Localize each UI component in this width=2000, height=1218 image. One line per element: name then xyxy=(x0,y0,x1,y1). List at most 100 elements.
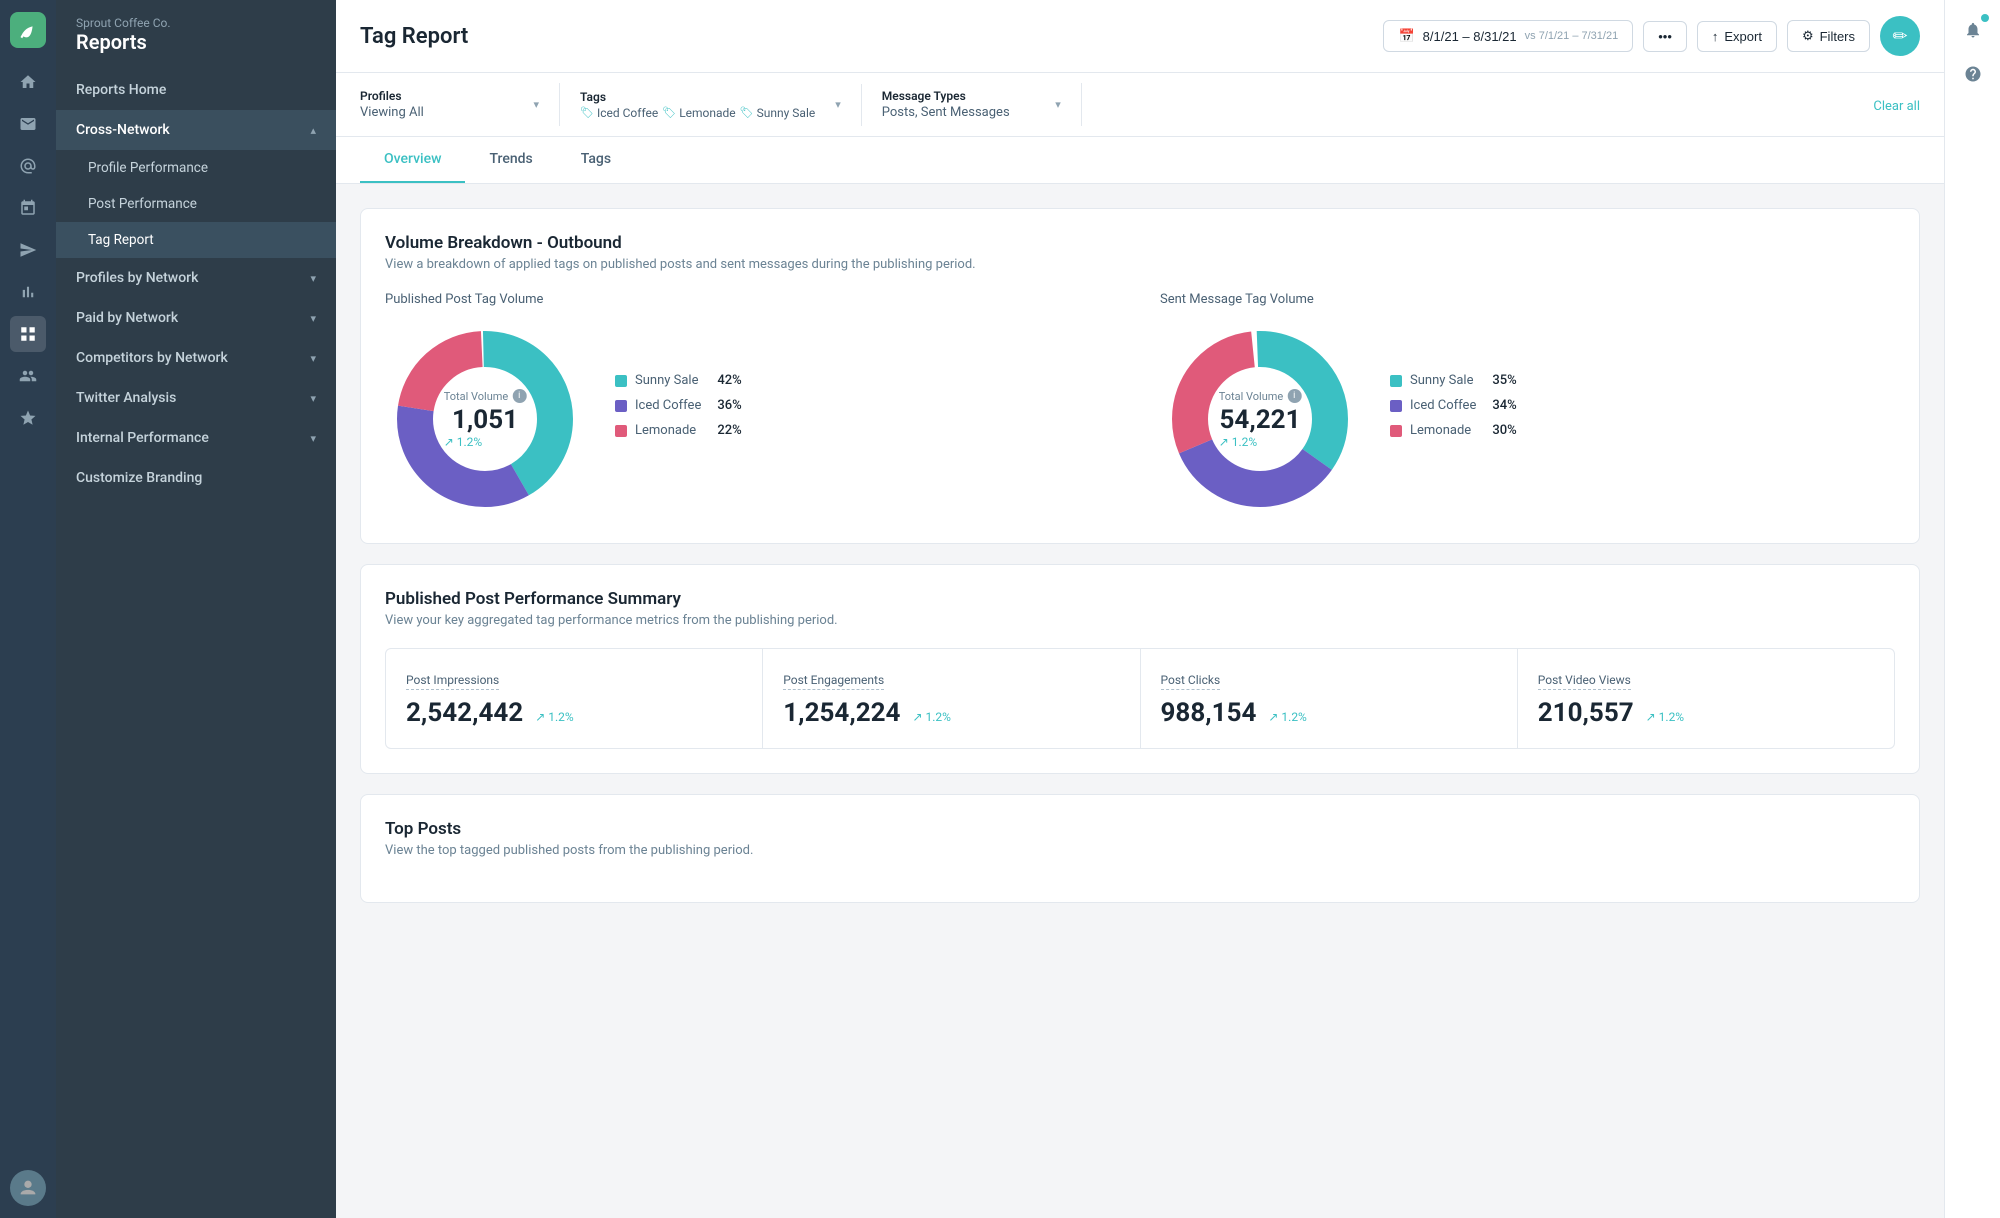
nav-icon-home[interactable] xyxy=(10,64,46,100)
icon-bar xyxy=(0,0,56,1218)
metric-impressions-label: Post Impressions xyxy=(406,673,499,690)
lemonade-dot-sent xyxy=(1390,425,1402,437)
more-options-button[interactable]: ••• xyxy=(1643,21,1687,52)
tab-tags[interactable]: Tags xyxy=(557,137,635,183)
sidebar-item-branding[interactable]: Customize Branding xyxy=(56,458,336,498)
topbar: Tag Report 📅 8/1/21 – 8/31/21 vs 7/1/21 … xyxy=(336,0,1944,73)
sidebar-nav: Reports Home Cross-Network ▴ Profile Per… xyxy=(56,70,336,498)
published-total-value: 1,051 xyxy=(444,405,527,435)
profiles-filter[interactable]: Profiles Viewing All ▾ xyxy=(360,83,560,126)
message-types-filter[interactable]: Message Types Posts, Sent Messages ▾ xyxy=(882,83,1082,126)
performance-summary-title: Published Post Performance Summary xyxy=(385,589,1895,609)
published-chart-section: Published Post Tag Volume xyxy=(385,292,1120,519)
sidebar-sub-post-performance[interactable]: Post Performance xyxy=(56,186,336,222)
metric-engagements-change: ↗ 1.2% xyxy=(912,710,950,724)
legend-item-iced-coffee-pub: Iced Coffee 36% xyxy=(615,398,742,413)
profiles-filter-chevron: ▾ xyxy=(533,98,539,111)
sidebar-item-twitter[interactable]: Twitter Analysis ▾ xyxy=(56,378,336,418)
metric-video-views: Post Video Views 210,557 ↗ 1.2% xyxy=(1518,649,1894,748)
app-logo[interactable] xyxy=(10,12,46,48)
message-types-label: Message Types xyxy=(882,89,1010,103)
chevron-down-icon-3: ▾ xyxy=(310,352,316,365)
help-button[interactable] xyxy=(1955,56,1991,92)
nav-icon-analytics[interactable] xyxy=(10,274,46,310)
tabs-bar: Overview Trends Tags xyxy=(336,137,1944,184)
export-icon: ↑ xyxy=(1712,29,1719,44)
clear-all-button[interactable]: Clear all xyxy=(1873,95,1920,114)
sent-chart-label: Sent Message Tag Volume xyxy=(1160,292,1360,307)
vs-date-range: vs 7/1/21 – 7/31/21 xyxy=(1525,30,1619,42)
user-avatar[interactable] xyxy=(10,1170,46,1206)
notification-badge xyxy=(1981,14,1989,22)
chevron-down-icon-5: ▾ xyxy=(310,432,316,445)
sent-legend: Sunny Sale 35% Iced Coffee 34% xyxy=(1390,373,1517,438)
right-panel xyxy=(1944,0,2000,1218)
sent-chart-section: Sent Message Tag Volume xyxy=(1160,292,1895,519)
sidebar-sub-profile-performance[interactable]: Profile Performance xyxy=(56,150,336,186)
sidebar-item-paid-by-network[interactable]: Paid by Network ▾ xyxy=(56,298,336,338)
legend-item-lemonade-pub: Lemonade 22% xyxy=(615,423,742,438)
tags-filter-label: Tags xyxy=(580,90,815,104)
sent-total-value: 54,221 xyxy=(1219,405,1302,435)
company-name: Sprout Coffee Co. xyxy=(76,16,316,30)
main-content: Tag Report 📅 8/1/21 – 8/31/21 vs 7/1/21 … xyxy=(336,0,1944,1218)
sidebar-item-internal[interactable]: Internal Performance ▾ xyxy=(56,418,336,458)
nav-icon-send[interactable] xyxy=(10,232,46,268)
lemonade-dot-pub xyxy=(615,425,627,437)
lemonade-pct-sent: 30% xyxy=(1492,423,1516,438)
compose-icon: ✏ xyxy=(1892,26,1907,47)
nav-icon-team[interactable] xyxy=(10,358,46,394)
info-icon-2: i xyxy=(1287,389,1301,403)
published-donut-center: Total Volume i 1,051 ↗ 1.2% xyxy=(444,389,527,449)
iced-coffee-pct-sent: 34% xyxy=(1492,398,1516,413)
message-types-value: Posts, Sent Messages xyxy=(882,105,1010,120)
metric-impressions-change: ↗ 1.2% xyxy=(535,710,573,724)
notification-button[interactable] xyxy=(1955,12,1991,48)
nav-icon-publishing[interactable] xyxy=(10,190,46,226)
iced-coffee-pct-pub: 36% xyxy=(717,398,741,413)
filters-button[interactable]: ⚙ Filters xyxy=(1787,20,1870,52)
iced-coffee-dot-pub xyxy=(615,400,627,412)
page-title: Tag Report xyxy=(360,24,468,49)
metric-video-views-value: 210,557 xyxy=(1538,698,1634,728)
tab-overview[interactable]: Overview xyxy=(360,137,465,183)
sunny-sale-dot-pub xyxy=(615,375,627,387)
date-range-button[interactable]: 📅 8/1/21 – 8/31/21 vs 7/1/21 – 7/31/21 xyxy=(1383,20,1633,52)
calendar-icon: 📅 xyxy=(1398,28,1414,44)
export-button[interactable]: ↑ Export xyxy=(1697,21,1777,52)
sidebar-sub-tag-report[interactable]: Tag Report xyxy=(56,222,336,258)
nav-icon-star[interactable] xyxy=(10,400,46,436)
sidebar-item-competitors[interactable]: Competitors by Network ▾ xyxy=(56,338,336,378)
topbar-actions: 📅 8/1/21 – 8/31/21 vs 7/1/21 – 7/31/21 •… xyxy=(1383,16,1920,56)
performance-summary-card: Published Post Performance Summary View … xyxy=(360,564,1920,774)
charts-row: Published Post Tag Volume xyxy=(385,292,1895,519)
sidebar: Sprout Coffee Co. Reports Reports Home C… xyxy=(56,0,336,1218)
volume-breakdown-title: Volume Breakdown - Outbound xyxy=(385,233,1895,253)
metric-video-views-change: ↗ 1.2% xyxy=(1646,710,1684,724)
metric-impressions: Post Impressions 2,542,442 ↗ 1.2% xyxy=(386,649,762,748)
metric-engagements-label: Post Engagements xyxy=(783,673,884,690)
metric-video-views-label: Post Video Views xyxy=(1538,673,1631,690)
chevron-down-icon-4: ▾ xyxy=(310,392,316,405)
published-donut-container: Total Volume i 1,051 ↗ 1.2% xyxy=(385,319,585,519)
ellipsis-icon: ••• xyxy=(1658,29,1672,44)
info-icon: i xyxy=(512,389,526,403)
sidebar-item-cross-network[interactable]: Cross-Network ▴ xyxy=(56,110,336,150)
tags-filter-values: 🏷 Iced Coffee 🏷 Lemonade 🏷 Sunny Sale xyxy=(580,106,815,120)
compose-button[interactable]: ✏ xyxy=(1880,16,1920,56)
date-range-value: 8/1/21 – 8/31/21 xyxy=(1423,29,1517,44)
chevron-up-icon: ▴ xyxy=(310,124,316,137)
metric-engagements-value: 1,254,224 xyxy=(783,698,900,728)
sidebar-header: Sprout Coffee Co. Reports xyxy=(56,0,336,70)
nav-icon-reports[interactable] xyxy=(10,316,46,352)
sidebar-item-profiles-by-network[interactable]: Profiles by Network ▾ xyxy=(56,258,336,298)
nav-icon-inbox[interactable] xyxy=(10,106,46,142)
sidebar-item-reports-home[interactable]: Reports Home xyxy=(56,70,336,110)
metric-clicks: Post Clicks 988,154 ↗ 1.2% xyxy=(1141,649,1517,748)
filter-icon: ⚙ xyxy=(1802,28,1814,44)
tags-filter[interactable]: Tags 🏷 Iced Coffee 🏷 Lemonade 🏷 Sunny xyxy=(580,84,862,126)
nav-icon-mentions[interactable] xyxy=(10,148,46,184)
metric-engagements: Post Engagements 1,254,224 ↗ 1.2% xyxy=(763,649,1139,748)
sunny-sale-dot-sent xyxy=(1390,375,1402,387)
tab-trends[interactable]: Trends xyxy=(465,137,556,183)
